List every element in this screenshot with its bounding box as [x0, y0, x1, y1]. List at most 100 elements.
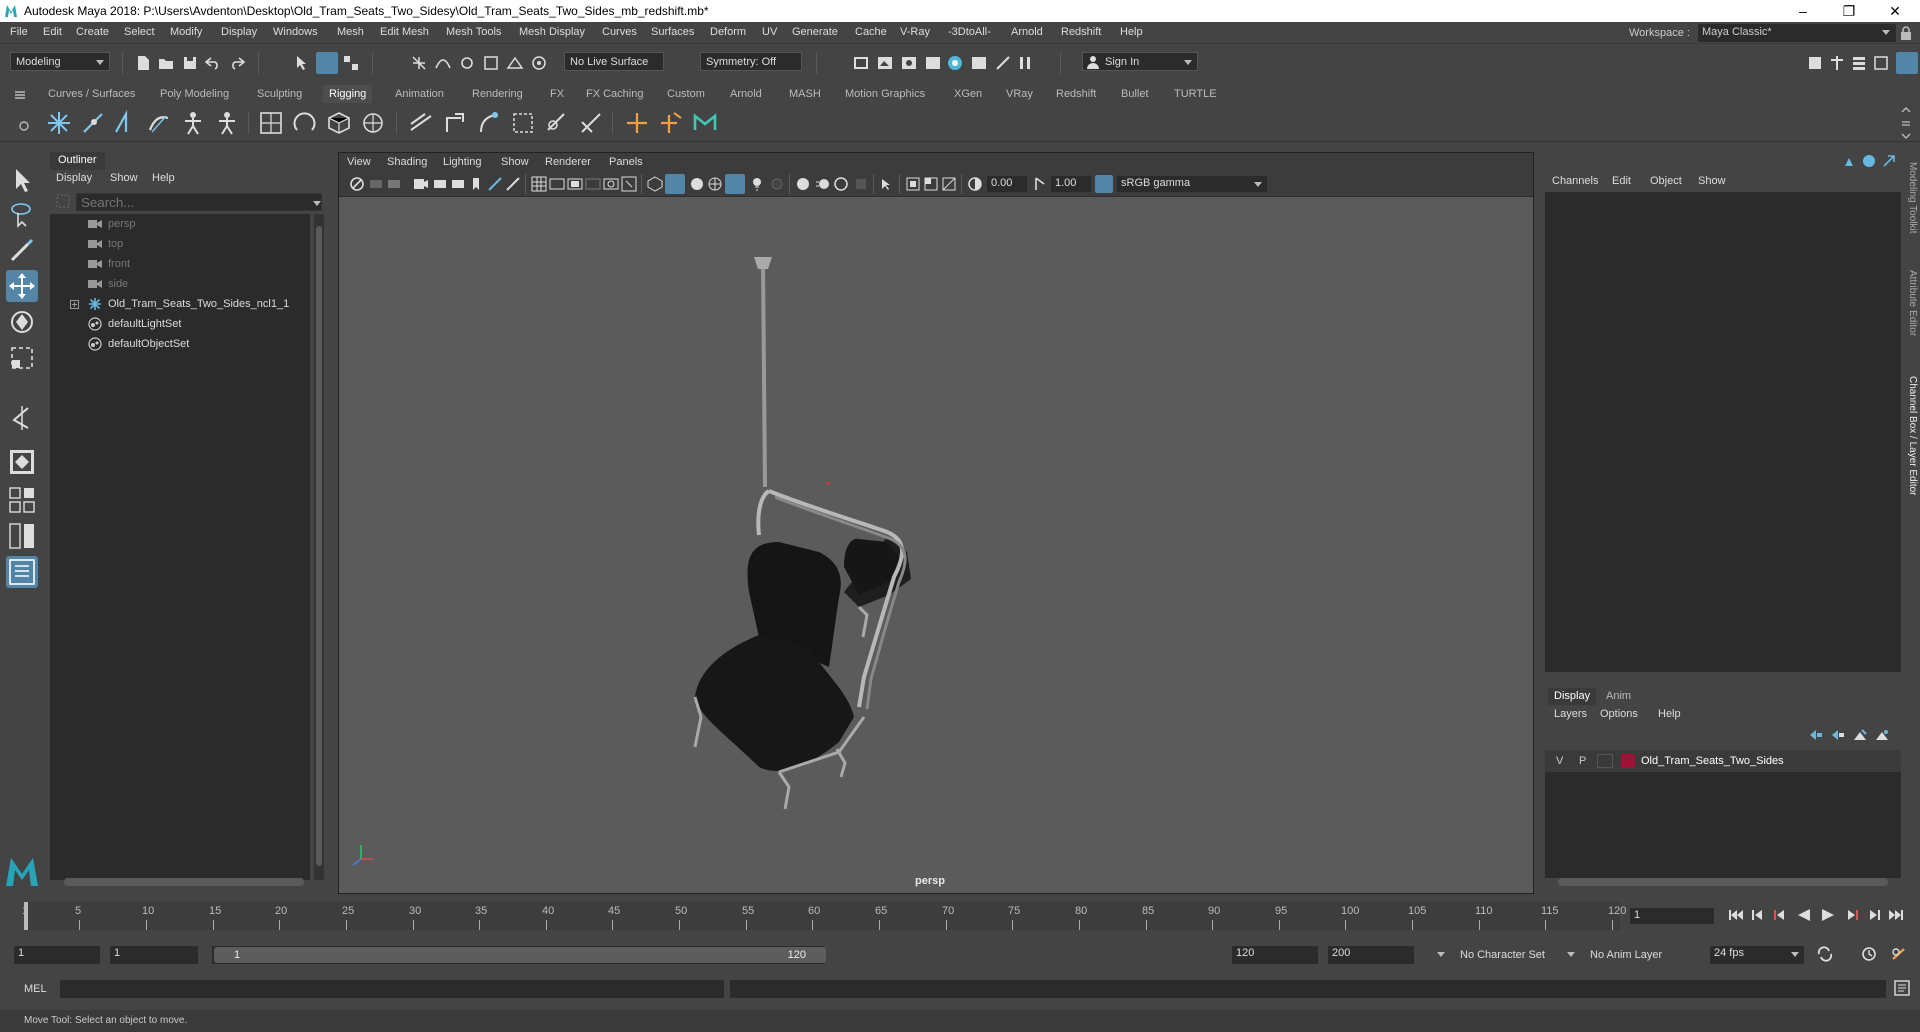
symmetry-dropdown[interactable]: Symmetry: Off: [700, 52, 802, 71]
layer-horizontal-scrollbar[interactable]: [1558, 878, 1888, 886]
menu-mesh-tools[interactable]: Mesh Tools: [446, 26, 501, 38]
shelf-scroll-icon[interactable]: [1900, 106, 1912, 140]
gamma-field[interactable]: 1.00: [1051, 176, 1091, 192]
move-layer-up-icon[interactable]: [1808, 728, 1824, 742]
outliner-menu-show[interactable]: Show: [110, 172, 138, 184]
render-settings-icon[interactable]: [900, 54, 918, 72]
menu-uv[interactable]: UV: [762, 26, 777, 38]
bind-skin-icon[interactable]: [258, 110, 284, 136]
character-set-label[interactable]: No Character Set: [1460, 949, 1545, 961]
select-hierarchy-icon[interactable]: [294, 54, 312, 72]
menu-vray[interactable]: V-Ray: [900, 26, 930, 38]
mash-network-icon[interactable]: [692, 108, 718, 134]
chevron-down-icon[interactable]: [312, 200, 322, 208]
viewport-menu-renderer[interactable]: Renderer: [545, 156, 591, 168]
tab-custom[interactable]: Custom: [661, 85, 711, 103]
insert-joint-icon[interactable]: [80, 110, 106, 136]
playback-start-field[interactable]: 1: [110, 946, 198, 964]
tab-vray[interactable]: VRay: [1000, 85, 1039, 103]
range-bar-handle[interactable]: 1 120: [214, 947, 826, 963]
layers-menu-help[interactable]: Help: [1658, 708, 1681, 720]
grid-marker-icon[interactable]: [471, 177, 481, 191]
animation-preferences-icon[interactable]: [1890, 946, 1908, 962]
outliner-item-persp[interactable]: persp: [50, 214, 310, 234]
outliner-item-front[interactable]: front: [50, 254, 310, 274]
undo-icon[interactable]: [205, 56, 221, 70]
script-language-label[interactable]: MEL: [24, 983, 47, 995]
menu-display[interactable]: Display: [221, 26, 257, 38]
menu-edit-mesh[interactable]: Edit Mesh: [380, 26, 429, 38]
layer-type-toggle[interactable]: [1597, 754, 1613, 768]
step-forward-frame-icon[interactable]: [1866, 908, 1882, 922]
outliner-item-default-light-set[interactable]: defaultLightSet: [50, 314, 310, 334]
tab-rigging[interactable]: Rigging: [323, 85, 373, 103]
image-plane-icon[interactable]: [413, 177, 429, 191]
tab-attribute-editor[interactable]: Attribute Editor: [1907, 270, 1918, 336]
open-scene-icon[interactable]: [158, 55, 174, 71]
tab-redshift[interactable]: Redshift: [1050, 85, 1102, 103]
redo-icon[interactable]: [229, 56, 245, 70]
exposure-field[interactable]: 0.00: [987, 176, 1027, 192]
outliner-item-top[interactable]: top: [50, 234, 310, 254]
gate-mask-icon[interactable]: [585, 176, 601, 192]
tab-motion-graphics[interactable]: Motion Graphics: [839, 85, 931, 103]
toggle-channel-box-icon[interactable]: [1872, 54, 1890, 72]
ik-handle-icon[interactable]: [112, 110, 138, 136]
toggle-modeling-toolkit-icon[interactable]: [1806, 54, 1824, 72]
time-slider-track[interactable]: 1510152025303540455055606570758085909510…: [22, 902, 1626, 930]
tab-display-layers[interactable]: Display: [1548, 688, 1597, 705]
tab-poly-modeling[interactable]: Poly Modeling: [154, 85, 235, 103]
toggle-attribute-editor-icon[interactable]: [1828, 54, 1846, 72]
time-slider[interactable]: 1510152025303540455055606570758085909510…: [0, 898, 1920, 934]
menu-arnold[interactable]: Arnold: [1011, 26, 1043, 38]
save-scene-icon[interactable]: [182, 55, 198, 71]
anim-layer-label[interactable]: No Anim Layer: [1590, 949, 1662, 961]
help-icon[interactable]: [1862, 154, 1876, 168]
outliner-menu-help[interactable]: Help: [152, 172, 175, 184]
point-constraint-icon[interactable]: [442, 110, 468, 136]
float-icon[interactable]: [1882, 154, 1896, 168]
menu-mesh[interactable]: Mesh: [337, 26, 364, 38]
current-time-indicator[interactable]: [24, 902, 28, 930]
step-back-key-icon[interactable]: [1772, 908, 1788, 922]
channels-menu-channels[interactable]: Channels: [1552, 175, 1598, 187]
sign-in-button[interactable]: Sign In: [1082, 52, 1198, 71]
ambient-occlusion-icon[interactable]: [795, 176, 811, 192]
anti-aliasing-icon[interactable]: [833, 176, 849, 192]
menu-redshift[interactable]: Redshift: [1061, 26, 1101, 38]
scale-constraint-icon[interactable]: [544, 110, 570, 136]
lasso-tool[interactable]: [6, 198, 38, 230]
layers-menu-layers[interactable]: Layers: [1554, 708, 1587, 720]
select-tool[interactable]: [6, 164, 38, 196]
snap-grid-icon[interactable]: [410, 54, 428, 72]
field-chart-icon[interactable]: [603, 176, 619, 192]
menu-create[interactable]: Create: [76, 26, 109, 38]
view-transform-dropdown[interactable]: sRGB gamma: [1117, 176, 1267, 192]
tab-fx-caching[interactable]: FX Caching: [580, 85, 649, 103]
script-editor-icon[interactable]: [1894, 980, 1910, 996]
new-layer-selected-icon[interactable]: [1874, 728, 1890, 742]
shelf-settings-icon[interactable]: [18, 120, 30, 132]
create-joints-icon[interactable]: [46, 110, 72, 136]
locator-icon[interactable]: [624, 110, 650, 136]
tab-modeling-toolkit[interactable]: Modeling Toolkit: [1907, 162, 1918, 234]
animation-start-field[interactable]: 1: [14, 946, 100, 964]
paint-select-tool[interactable]: [6, 234, 38, 266]
xray-joints-icon[interactable]: [905, 176, 921, 192]
animation-end-field[interactable]: 200: [1328, 946, 1414, 964]
scrollbar-thumb[interactable]: [316, 226, 322, 866]
menuset-dropdown[interactable]: Modeling: [10, 52, 110, 71]
play-backwards-icon[interactable]: [1796, 908, 1812, 922]
tab-turtle[interactable]: TURTLE: [1168, 85, 1223, 103]
ik-spline-icon[interactable]: [146, 110, 172, 136]
shelf-menu-icon[interactable]: [14, 90, 26, 100]
quick-rig-icon[interactable]: [180, 110, 206, 136]
channels-menu-edit[interactable]: Edit: [1612, 175, 1631, 187]
viewport-menu-lighting[interactable]: Lighting: [443, 156, 482, 168]
menu-curves[interactable]: Curves: [602, 26, 637, 38]
shadows-icon[interactable]: [749, 176, 765, 192]
playback-end-field[interactable]: 120: [1232, 946, 1318, 964]
motion-blur-icon[interactable]: [815, 176, 831, 192]
filter-icon[interactable]: [56, 194, 70, 208]
outliner-layout[interactable]: [6, 556, 38, 588]
